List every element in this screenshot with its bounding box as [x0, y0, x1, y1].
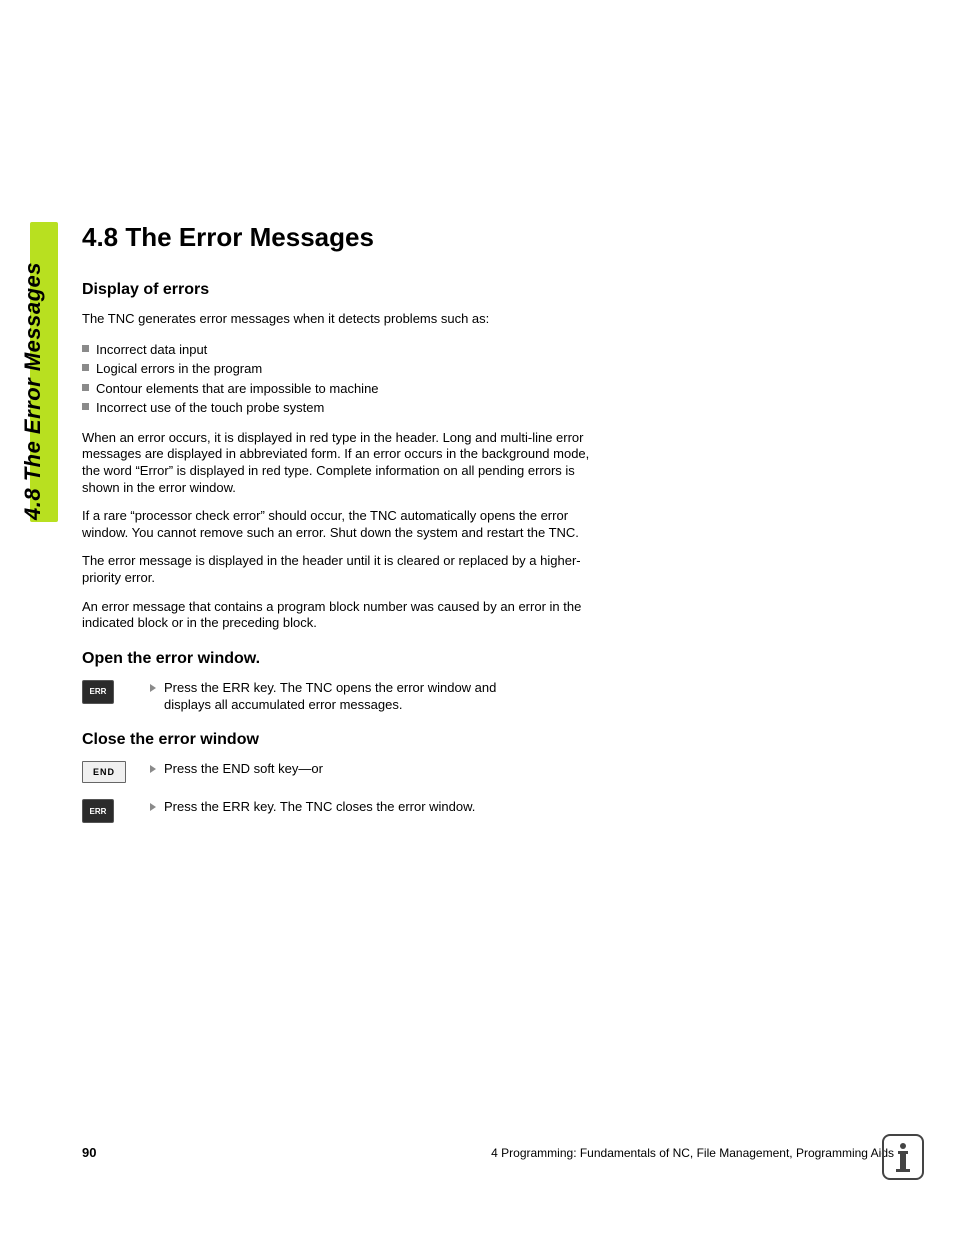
display-para: If a rare “processor check error” should…	[82, 508, 602, 541]
err-key-icon: ERR	[82, 680, 114, 704]
step-close-end: END Press the END soft key—or	[82, 761, 602, 783]
page-heading: 4.8 The Error Messages	[82, 222, 602, 253]
display-para: The error message is displayed in the he…	[82, 553, 602, 586]
step-close-text2: Press the ERR key. The TNC closes the er…	[164, 799, 475, 816]
step-close-text1: Press the END soft key—or	[164, 761, 323, 778]
bullet-item: Incorrect use of the touch probe system	[82, 398, 602, 418]
page-number: 90	[82, 1145, 96, 1160]
bullet-item: Logical errors in the program	[82, 359, 602, 379]
section-display-title: Display of errors	[82, 281, 602, 299]
display-para: When an error occurs, it is displayed in…	[82, 430, 602, 497]
side-tab-label: 4.8 The Error Messages	[20, 220, 46, 520]
footer-chapter: 4 Programming: Fundamentals of NC, File …	[491, 1146, 894, 1160]
display-intro: The TNC generates error messages when it…	[82, 311, 602, 328]
page-footer: 90 4 Programming: Fundamentals of NC, Fi…	[82, 1145, 894, 1160]
section-open-title: Open the error window.	[82, 650, 602, 668]
bullet-item: Contour elements that are impossible to …	[82, 379, 602, 399]
display-bullet-list: Incorrect data input Logical errors in t…	[82, 340, 602, 418]
step-close-err: ERR Press the ERR key. The TNC closes th…	[82, 799, 602, 823]
step-open-text: Press the ERR key. The TNC opens the err…	[164, 680, 524, 713]
info-icon	[882, 1134, 924, 1180]
main-content: 4.8 The Error Messages Display of errors…	[82, 222, 602, 839]
end-softkey-icon: END	[82, 761, 126, 783]
section-close-title: Close the error window	[82, 731, 602, 749]
step-open: ERR Press the ERR key. The TNC opens the…	[82, 680, 602, 713]
display-para: An error message that contains a program…	[82, 599, 602, 632]
bullet-item: Incorrect data input	[82, 340, 602, 360]
err-key-icon: ERR	[82, 799, 114, 823]
